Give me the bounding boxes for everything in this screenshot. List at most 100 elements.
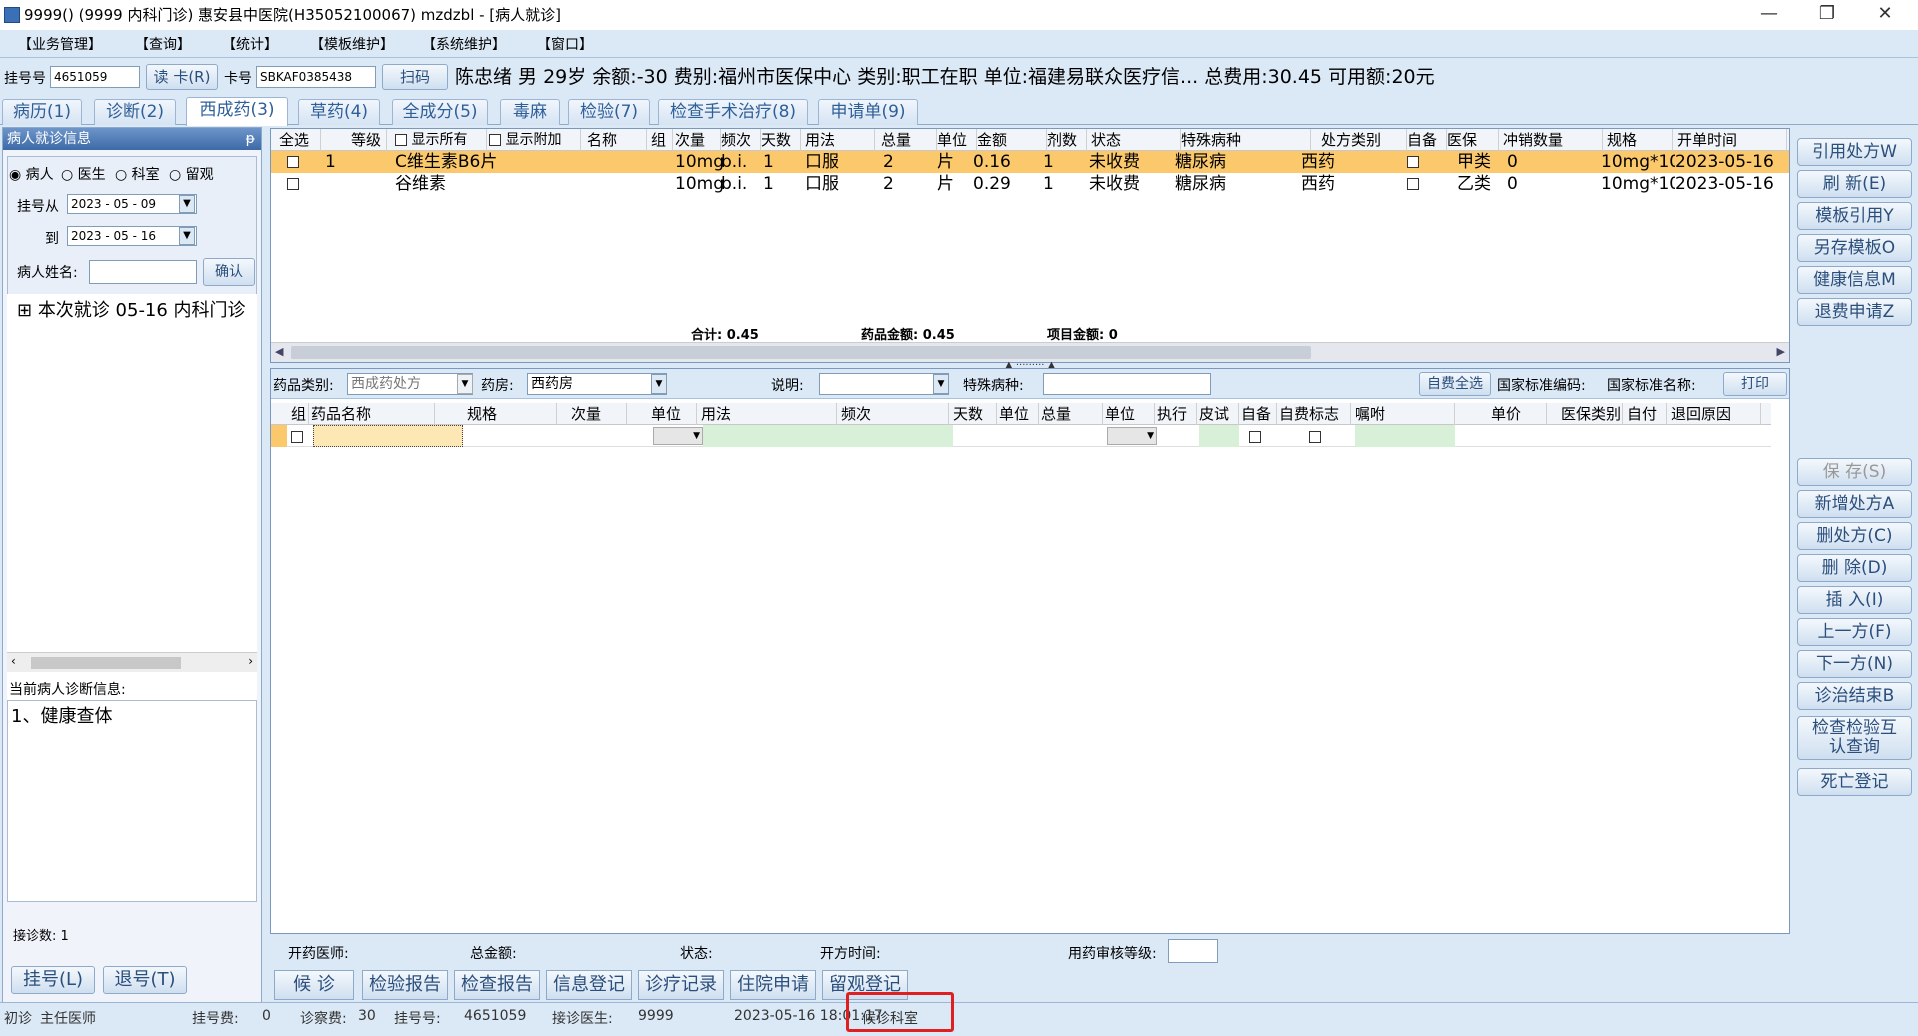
self-checkbox[interactable]	[1249, 427, 1261, 445]
confirm-button[interactable]: 确认	[203, 258, 255, 286]
close-button[interactable]: ✕	[1856, 0, 1914, 30]
show-all-checkbox[interactable]: 显示所有	[395, 129, 487, 151]
read-card-button[interactable]: 读 卡(R)	[146, 64, 218, 90]
from-date-input[interactable]: 2023 - 05 - 09	[67, 194, 197, 214]
reg-number-input[interactable]: 4651059	[50, 66, 140, 88]
self-checkbox[interactable]	[1407, 151, 1419, 173]
usage-freq-cell[interactable]	[703, 425, 953, 447]
tab-exam-report[interactable]: 检查报告	[454, 970, 540, 1000]
drug-name-input[interactable]	[313, 425, 463, 447]
finish-treatment-button[interactable]: 诊治结束B	[1797, 682, 1912, 710]
chevron-down-icon[interactable]: ▼	[933, 374, 949, 394]
tab-full-component[interactable]: 全成分(5)	[392, 99, 488, 125]
tab-lab-report[interactable]: 检验报告	[362, 970, 448, 1000]
save-button[interactable]: 保 存(S)	[1797, 458, 1912, 486]
register-button[interactable]: 挂号(L)	[11, 966, 95, 994]
health-info-button[interactable]: 健康信息M	[1797, 266, 1912, 294]
self-pay-checkbox[interactable]	[1309, 427, 1321, 445]
menu-business[interactable]: 【业务管理】	[18, 34, 102, 54]
scroll-left-icon[interactable]: ◀	[275, 345, 283, 358]
chevron-down-icon[interactable]: ▼	[457, 374, 473, 394]
insert-button[interactable]: 插 入(I)	[1797, 586, 1912, 614]
desc-select[interactable]	[819, 373, 949, 395]
entry-row[interactable]	[271, 425, 1771, 447]
tab-treatment-record[interactable]: 诊疗记录	[638, 970, 724, 1000]
delete-button[interactable]: 删 除(D)	[1797, 554, 1912, 582]
scroll-right-icon[interactable]: ›	[248, 654, 253, 668]
tab-herbal[interactable]: 草药(4)	[298, 99, 380, 125]
row-checkbox[interactable]	[287, 173, 299, 195]
menu-window[interactable]: 【窗口】	[537, 34, 593, 54]
tab-narcotic[interactable]: 毒麻	[500, 99, 560, 125]
status-doctor: 9999	[638, 1008, 674, 1024]
pin-icon[interactable]: ᵽ	[246, 128, 255, 150]
chevron-down-icon[interactable]: ▼	[179, 227, 195, 245]
col-select-all[interactable]: 全选	[279, 129, 321, 151]
instruction-cell[interactable]	[1355, 425, 1455, 447]
new-prescription-button[interactable]: 新增处方A	[1797, 490, 1912, 518]
refresh-button[interactable]: 刷 新(E)	[1797, 170, 1912, 198]
tab-waiting[interactable]: 候 诊	[274, 970, 354, 1000]
mutual-recognition-button[interactable]: 检查检验互认查询	[1797, 716, 1912, 760]
tab-info-register[interactable]: 信息登记	[546, 970, 632, 1000]
grid-scrollbar[interactable]: ◀ ▶	[271, 342, 1789, 362]
template-cite-button[interactable]: 模板引用Y	[1797, 202, 1912, 230]
drug-unit: 片	[937, 174, 954, 194]
card-number-input[interactable]: SBKAF0385438	[256, 66, 376, 88]
diag-box	[7, 700, 257, 902]
drug-name[interactable]: C维生素B6片	[395, 151, 497, 173]
prev-prescription-button[interactable]: 上一方(F)	[1797, 618, 1912, 646]
tab-hospital-apply[interactable]: 住院申请	[730, 970, 816, 1000]
tab-diagnosis[interactable]: 诊断(2)	[94, 99, 176, 125]
menu-template[interactable]: 【模板维护】	[310, 34, 394, 54]
chevron-down-icon[interactable]: ▼	[179, 195, 195, 213]
drug-name[interactable]: 谷维素	[395, 173, 446, 195]
menu-stats[interactable]: 【统计】	[222, 34, 278, 54]
horizontal-scrollbar[interactable]: ‹ ›	[7, 652, 257, 672]
unit-select[interactable]: ▼	[653, 427, 703, 445]
minimize-button[interactable]: —	[1740, 0, 1798, 30]
menu-system[interactable]: 【系统维护】	[422, 34, 506, 54]
scroll-left-icon[interactable]: ‹	[11, 654, 16, 668]
radio-dept[interactable]: ○ 科室	[115, 164, 160, 184]
disease-input[interactable]	[1043, 373, 1211, 395]
tab-application[interactable]: 申请单(9)	[818, 99, 918, 125]
audit-input[interactable]	[1168, 939, 1218, 963]
scan-button[interactable]: 扫码	[382, 64, 448, 90]
chevron-down-icon[interactable]: ▼	[651, 374, 667, 394]
skin-test-cell[interactable]	[1199, 425, 1239, 447]
row-checkbox[interactable]	[291, 427, 303, 445]
table-row-selected[interactable]	[271, 151, 1789, 173]
show-extra-checkbox[interactable]: 显示附加	[489, 129, 581, 151]
self-pay-all-button[interactable]: 自费全选	[1419, 372, 1491, 396]
radio-doctor[interactable]: ○ 医生	[61, 164, 106, 184]
pharmacy-select[interactable]: 西药房	[527, 373, 667, 395]
unregister-button[interactable]: 退号(T)	[103, 966, 187, 994]
category-select[interactable]: 西成药处方	[347, 373, 473, 395]
row-checkbox[interactable]	[287, 151, 299, 173]
tab-western-medicine[interactable]: 西成药(3)	[186, 97, 288, 126]
delete-prescription-button[interactable]: 删处方(C)	[1797, 522, 1912, 550]
scroll-thumb[interactable]	[291, 346, 1311, 359]
radio-patient[interactable]: ◉ 病人	[9, 164, 54, 184]
patient-name-input[interactable]	[89, 260, 197, 284]
tab-exam-surgery[interactable]: 检查手术治疗(8)	[658, 99, 808, 125]
save-template-button[interactable]: 另存模板O	[1797, 234, 1912, 262]
tab-lab[interactable]: 检验(7)	[568, 99, 650, 125]
next-prescription-button[interactable]: 下一方(N)	[1797, 650, 1912, 678]
to-date-input[interactable]: 2023 - 05 - 16	[67, 226, 197, 246]
menu-query[interactable]: 【查询】	[135, 34, 191, 54]
death-register-button[interactable]: 死亡登记	[1797, 768, 1912, 796]
unit-select-2[interactable]: ▼	[1107, 427, 1157, 445]
cite-prescription-button[interactable]: 引用处方W	[1797, 138, 1912, 166]
tree-item[interactable]: ⊞ 本次就诊 05-16 内科门诊	[17, 296, 246, 322]
scroll-right-icon[interactable]: ▶	[1777, 345, 1785, 358]
print-button[interactable]: 打印	[1723, 372, 1787, 396]
self-checkbox[interactable]	[1407, 173, 1419, 195]
refund-apply-button[interactable]: 退费申请Z	[1797, 298, 1912, 326]
tab-history[interactable]: 病历(1)	[2, 99, 82, 125]
radio-observe[interactable]: ○ 留观	[169, 164, 214, 184]
scroll-thumb[interactable]	[31, 657, 181, 669]
restore-button[interactable]: ❐	[1798, 0, 1856, 30]
doctor-label: 开药医师:	[288, 946, 349, 962]
